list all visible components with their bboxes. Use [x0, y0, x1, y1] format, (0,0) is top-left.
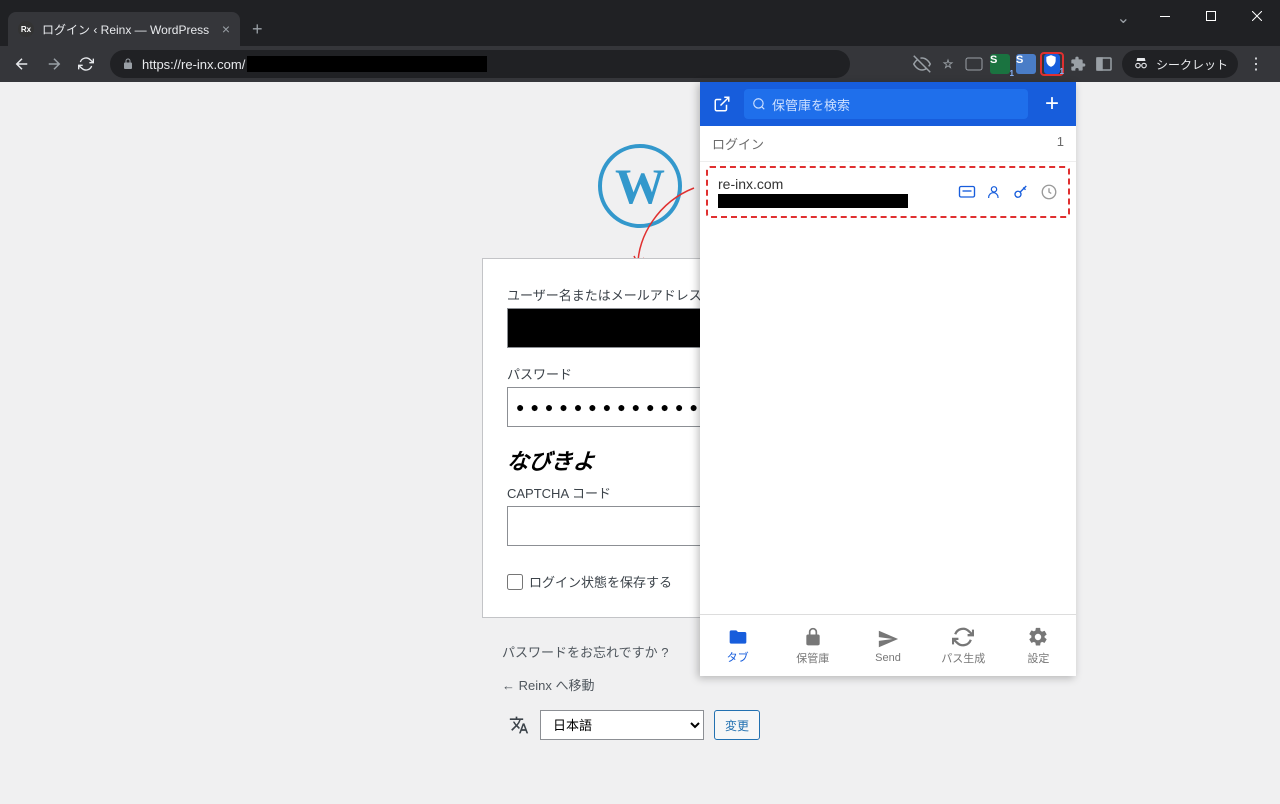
- language-select[interactable]: 日本語: [540, 710, 704, 740]
- gear-icon: [1027, 626, 1049, 648]
- bookmark-star-icon[interactable]: ☆: [936, 52, 960, 76]
- bitwarden-header: 保管庫を検索 +: [700, 82, 1076, 126]
- search-icon: [752, 97, 766, 111]
- vault-item-username-redacted: [718, 194, 908, 208]
- chevron-down-icon: ⌄: [1117, 8, 1130, 28]
- popout-icon[interactable]: [708, 90, 736, 118]
- language-submit-button[interactable]: 変更: [714, 710, 760, 740]
- search-placeholder: 保管庫を検索: [772, 95, 850, 114]
- extension-icon-1[interactable]: [962, 52, 986, 76]
- lock-icon: [122, 58, 134, 70]
- forward-button[interactable]: [40, 50, 68, 78]
- bitwarden-tabbar: タブ 保管庫 Send パス生成: [700, 614, 1076, 676]
- refresh-icon: [952, 626, 974, 648]
- tab-favicon: Rx: [18, 21, 34, 37]
- close-tab-icon[interactable]: ×: [222, 21, 230, 37]
- lock-icon: [803, 626, 823, 648]
- close-button[interactable]: [1234, 0, 1280, 32]
- extensions-puzzle-icon[interactable]: [1066, 52, 1090, 76]
- maximize-button[interactable]: [1188, 0, 1234, 32]
- vault-item-actions: [958, 183, 1058, 201]
- vault-item[interactable]: re-inx.com: [706, 166, 1070, 218]
- copy-username-icon[interactable]: [986, 183, 1002, 201]
- forgot-password-link[interactable]: パスワードをお忘れですか ?: [502, 645, 668, 660]
- language-switcher: 日本語 変更: [508, 710, 760, 740]
- tab-send[interactable]: Send: [850, 615, 925, 676]
- autofill-icon[interactable]: [958, 183, 976, 201]
- tab-current-tab[interactable]: タブ: [700, 615, 775, 676]
- tab-generator[interactable]: パス生成: [926, 615, 1001, 676]
- bitwarden-extension-icon[interactable]: 1: [1040, 52, 1064, 76]
- totp-icon[interactable]: [1040, 183, 1058, 201]
- browser-toolbar: https://re-inx.com/ ☆ S1 S 1 シークレット ⋮: [0, 46, 1280, 82]
- vault-item-title: re-inx.com: [718, 176, 958, 192]
- tab-strip: Rx ログイン ‹ Reinx — WordPress × +: [0, 10, 1280, 46]
- section-count: 1: [1057, 134, 1064, 153]
- extension-icon-2[interactable]: S1: [988, 52, 1012, 76]
- browser-tab[interactable]: Rx ログイン ‹ Reinx — WordPress ×: [8, 12, 240, 46]
- remember-label: ログイン状態を保存する: [529, 572, 672, 591]
- section-label: ログイン: [712, 134, 764, 153]
- url-scheme: https://: [142, 57, 181, 72]
- send-icon: [877, 628, 899, 650]
- vault-section-header: ログイン 1: [700, 126, 1076, 162]
- side-panel-icon[interactable]: [1092, 52, 1116, 76]
- remember-checkbox[interactable]: [507, 574, 523, 590]
- url-bar[interactable]: https://re-inx.com/: [110, 50, 850, 78]
- url-redacted: [247, 56, 487, 72]
- browser-menu-button[interactable]: ⋮: [1240, 54, 1272, 74]
- copy-password-icon[interactable]: [1012, 183, 1030, 201]
- reload-button[interactable]: [72, 50, 100, 78]
- tab-title: ログイン ‹ Reinx — WordPress: [42, 21, 209, 38]
- minimize-button[interactable]: [1142, 0, 1188, 32]
- incognito-label: シークレット: [1156, 56, 1228, 73]
- captcha-image: なびきよ: [506, 443, 618, 477]
- add-item-button[interactable]: +: [1036, 88, 1068, 120]
- wordpress-logo: W: [598, 144, 682, 228]
- tab-settings[interactable]: 設定: [1001, 615, 1076, 676]
- url-host: re-inx.com/: [181, 57, 245, 72]
- form-links: パスワードをお忘れですか ? ← Reinx へ移動: [502, 642, 668, 708]
- vault-search-input[interactable]: 保管庫を検索: [744, 89, 1028, 119]
- window-controls: [1142, 0, 1280, 32]
- eye-off-icon[interactable]: [910, 52, 934, 76]
- extension-icon-3[interactable]: S: [1014, 52, 1038, 76]
- folder-icon: [727, 627, 749, 647]
- tab-vault[interactable]: 保管庫: [775, 615, 850, 676]
- page-content: W ユーザー名またはメールアドレス パスワード なびきよ CAPTCHA コード…: [0, 82, 1280, 804]
- back-to-site-link[interactable]: ← Reinx へ移動: [502, 678, 594, 693]
- bitwarden-popup: 保管庫を検索 + ログイン 1 re-inx.com: [700, 82, 1076, 676]
- incognito-indicator[interactable]: シークレット: [1122, 50, 1238, 78]
- translate-icon: [508, 714, 530, 736]
- back-button[interactable]: [8, 50, 36, 78]
- new-tab-button[interactable]: +: [252, 19, 263, 46]
